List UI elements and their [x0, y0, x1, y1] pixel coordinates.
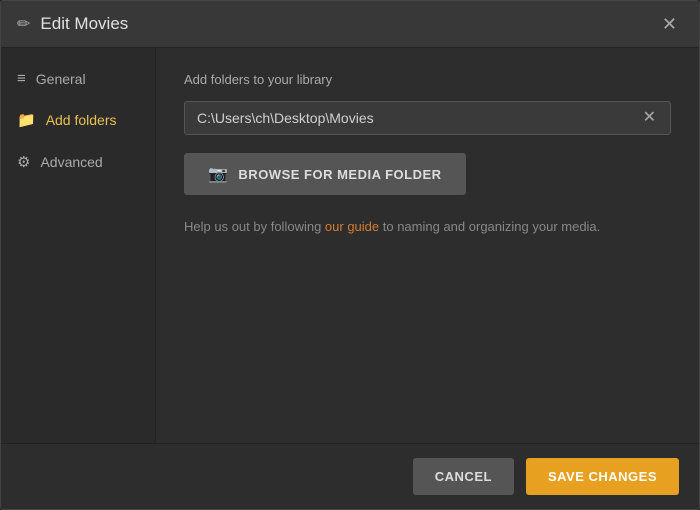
sidebar-item-label-general: General [36, 71, 86, 87]
help-text: Help us out by following our guide to na… [184, 217, 671, 237]
title-bar: ✏ Edit Movies ✕ [1, 1, 699, 48]
help-text-after: to naming and organizing your media. [379, 219, 600, 234]
modal-title: Edit Movies [40, 14, 128, 34]
section-label: Add folders to your library [184, 72, 671, 87]
camera-icon: 📷 [208, 164, 228, 184]
save-button[interactable]: SAVE CHANGES [526, 458, 679, 495]
title-left: ✏ Edit Movies [17, 14, 128, 34]
close-button[interactable]: ✕ [656, 13, 683, 35]
edit-icon: ✏ [17, 14, 30, 34]
sidebar-item-label-advanced: Advanced [40, 154, 102, 170]
folder-path: C:\Users\ch\Desktop\Movies [197, 110, 641, 126]
modal-body: ≡ General 📁 Add folders ⚙ Advanced Add f… [1, 48, 699, 443]
folder-clear-button[interactable]: ✕ [641, 110, 658, 126]
browse-button[interactable]: 📷 BROWSE FOR MEDIA FOLDER [184, 153, 466, 195]
help-link[interactable]: our guide [325, 219, 379, 234]
sidebar: ≡ General 📁 Add folders ⚙ Advanced [1, 48, 156, 443]
sidebar-item-general[interactable]: ≡ General [1, 58, 155, 99]
help-text-before: Help us out by following [184, 219, 325, 234]
general-icon: ≡ [17, 70, 26, 87]
footer: CANCEL SAVE CHANGES [1, 443, 699, 509]
browse-button-label: BROWSE FOR MEDIA FOLDER [238, 167, 441, 182]
cancel-button[interactable]: CANCEL [413, 458, 514, 495]
folder-icon: 📁 [17, 111, 36, 129]
folder-row: C:\Users\ch\Desktop\Movies ✕ [184, 101, 671, 135]
sidebar-item-add-folders[interactable]: 📁 Add folders [1, 99, 155, 141]
gear-icon: ⚙ [17, 153, 30, 171]
sidebar-item-label-add-folders: Add folders [46, 112, 117, 128]
edit-movies-modal: ✏ Edit Movies ✕ ≡ General 📁 Add folders … [0, 0, 700, 510]
sidebar-item-advanced[interactable]: ⚙ Advanced [1, 141, 155, 183]
main-content: Add folders to your library C:\Users\ch\… [156, 48, 699, 443]
